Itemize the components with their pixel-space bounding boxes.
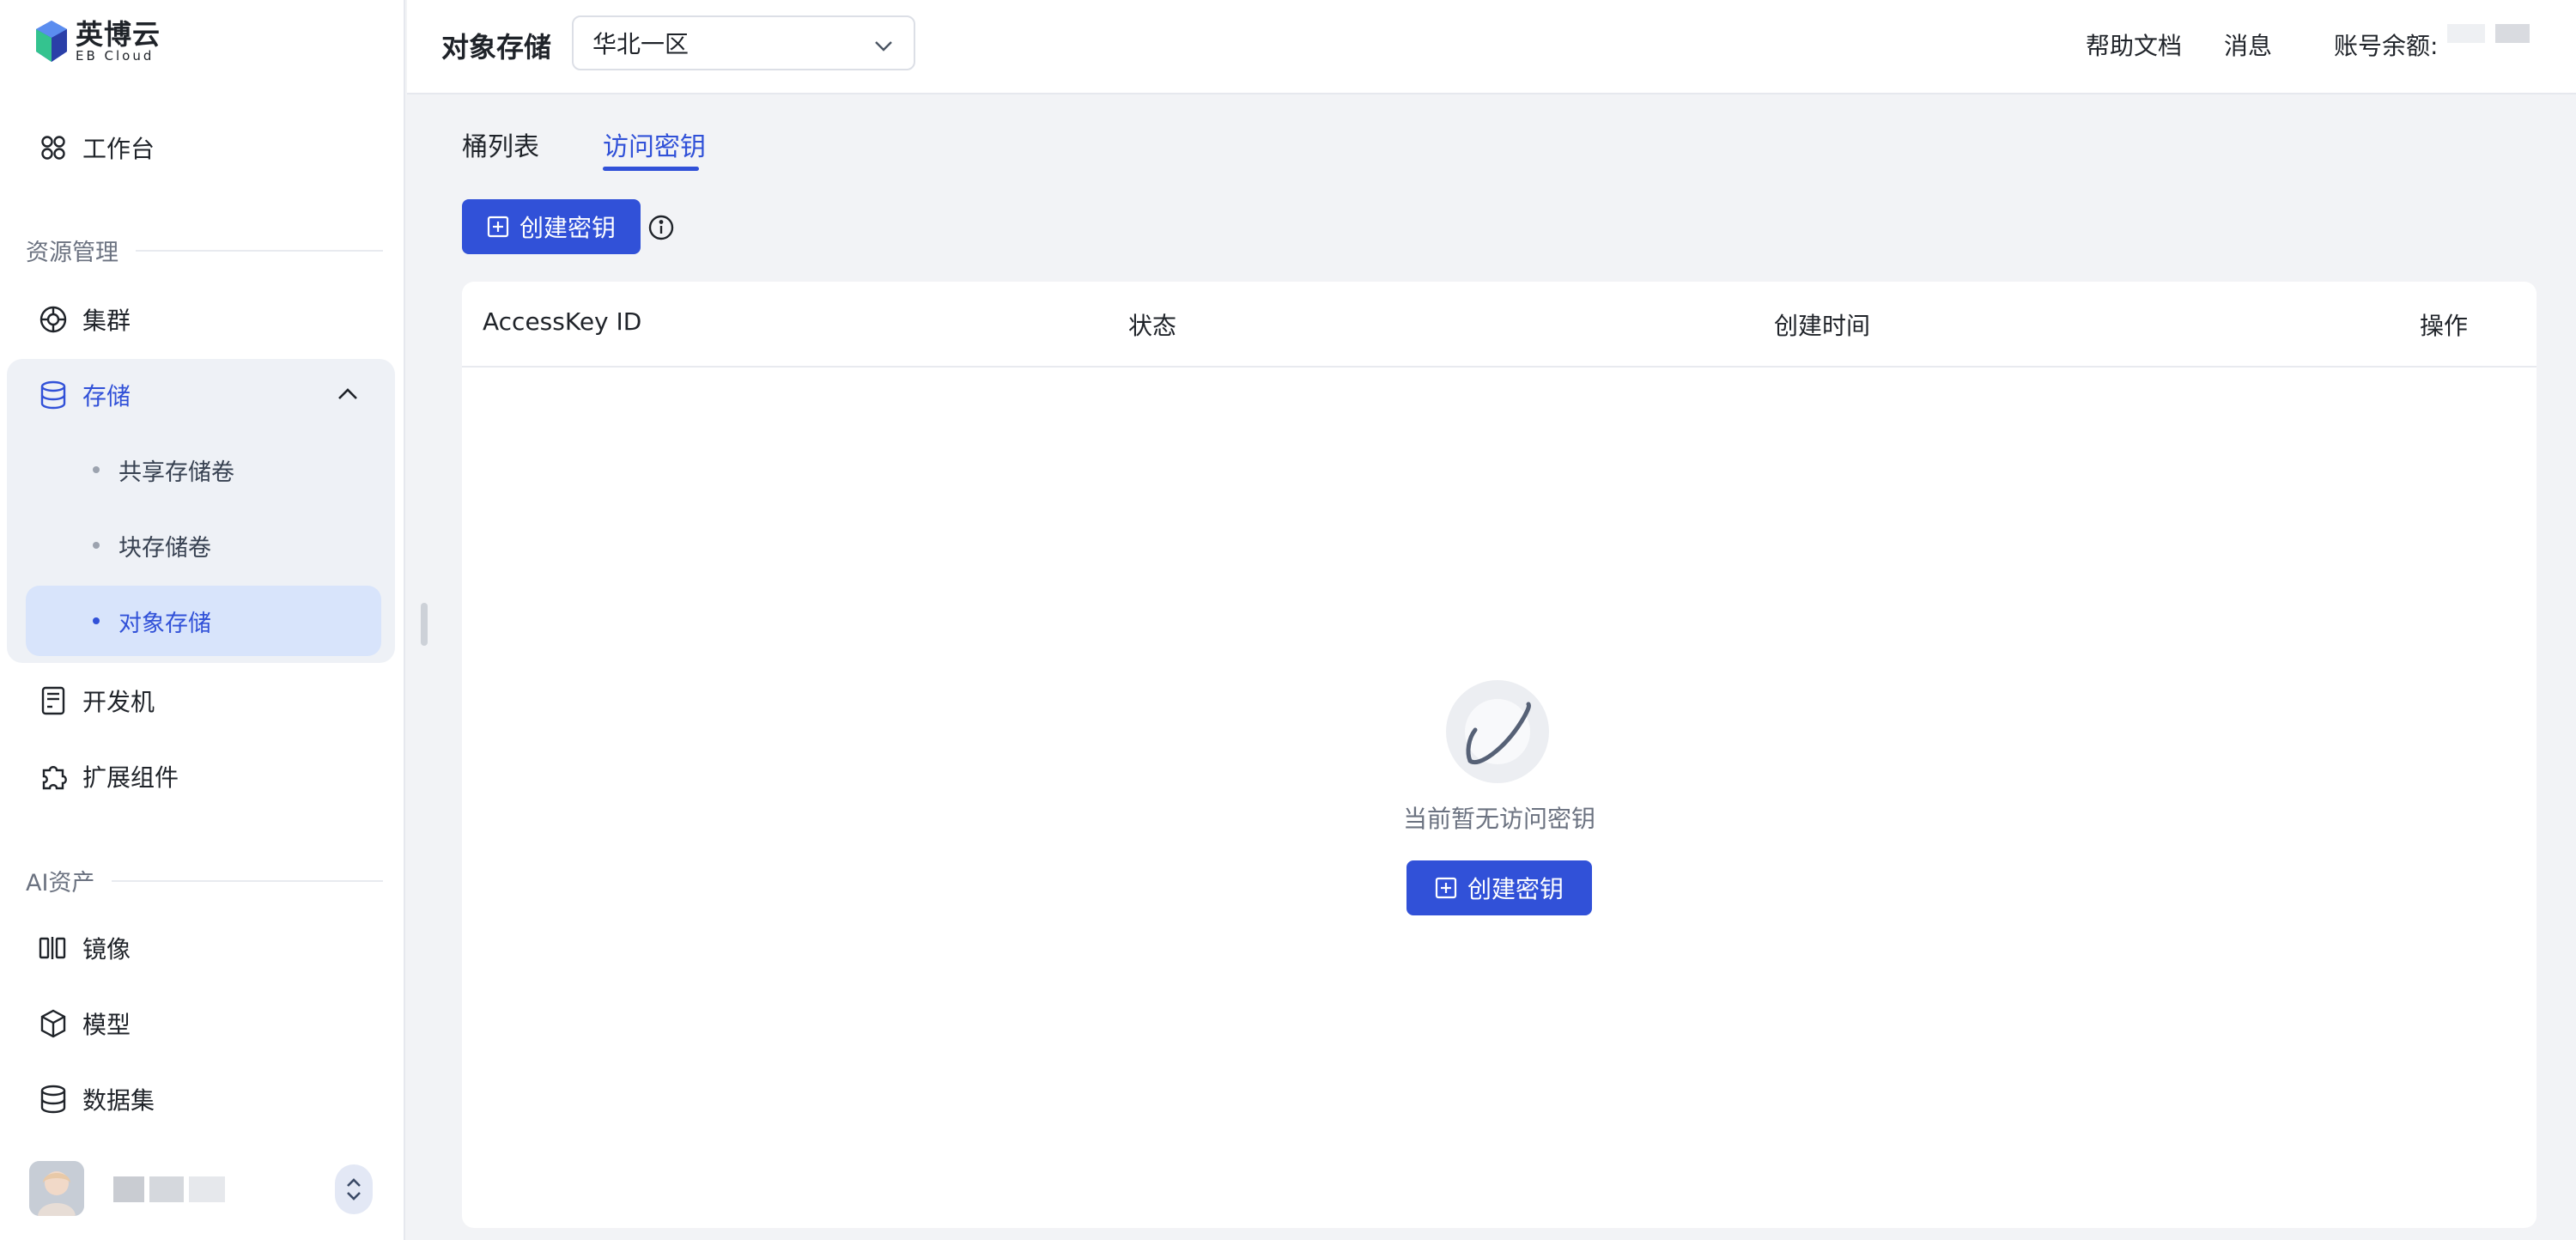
sidebar-item-dataset[interactable]: 数据集 (26, 1073, 378, 1125)
sidebar-item-label: 镜像 (82, 935, 131, 963)
plus-square-icon (1435, 877, 1457, 899)
user-name-masked (113, 1176, 144, 1202)
column-header-status: 状态 (1128, 312, 1177, 340)
empty-create-key-button[interactable]: 创建密钥 (1406, 860, 1592, 915)
sidebar-resize-handle[interactable] (421, 603, 428, 646)
create-key-button[interactable]: 创建密钥 (462, 199, 641, 254)
sidebar-item-label: 开发机 (82, 688, 155, 716)
section-title-ai-assets: AI资产 (26, 864, 383, 897)
dataset-icon (36, 1082, 70, 1116)
column-header-accesskey-id: AccessKey ID (483, 307, 642, 336)
brand-name-en: EB Cloud (76, 47, 155, 64)
brand-name: 英博云 (76, 17, 161, 51)
sidebar-subitem-label: 对象存储 (118, 610, 211, 637)
sidebar-item-label: 扩展组件 (82, 763, 179, 792)
column-header-actions: 操作 (2420, 312, 2469, 340)
tab-access-keys[interactable]: 访问密钥 (603, 125, 706, 163)
bullet-icon (93, 466, 100, 473)
cube-icon (36, 1006, 70, 1041)
sidebar-item-image[interactable]: 镜像 (26, 922, 378, 974)
sidebar: 英博云 EB Cloud 工作台 资源管理 集群 存储 共享存储卷 块存储卷 对… (0, 0, 405, 1240)
sidebar-item-label: 数据集 (82, 1086, 155, 1115)
user-name-masked (189, 1176, 225, 1202)
puzzle-icon (36, 759, 70, 793)
user-name-masked (149, 1176, 184, 1202)
bullet-icon (93, 617, 100, 624)
sidebar-item-model[interactable]: 模型 (26, 998, 378, 1049)
sidebar-item-label: 模型 (82, 1011, 131, 1039)
region-select[interactable]: 华北一区 (572, 15, 915, 70)
chevron-down-icon (875, 41, 892, 52)
empty-create-key-label: 创建密钥 (1467, 875, 1564, 903)
sidebar-subitem-shared-volume[interactable]: 共享存储卷 (26, 435, 381, 505)
sidebar-item-extensions[interactable]: 扩展组件 (26, 751, 378, 802)
access-key-table: AccessKey ID 状态 创建时间 操作 当前暂无访问密钥 创建密钥 (462, 282, 2537, 1228)
sidebar-group-storage: 存储 共享存储卷 块存储卷 对象存储 (7, 359, 395, 663)
sidebar-subitem-object-storage[interactable]: 对象存储 (26, 586, 381, 656)
top-header: 对象存储 华北一区 帮助文档 消息 账号余额: (407, 0, 2576, 94)
cluster-icon (36, 302, 70, 337)
sidebar-item-devmachine[interactable]: 开发机 (26, 675, 378, 726)
section-label: AI资产 (26, 870, 95, 897)
messages-link[interactable]: 消息 (2224, 27, 2272, 62)
bullet-icon (93, 542, 100, 549)
avatar[interactable] (29, 1161, 84, 1216)
sidebar-item-workbench[interactable]: 工作台 (26, 122, 378, 173)
logo-icon (36, 21, 67, 62)
workbench-icon (36, 131, 70, 165)
sidebar-item-label: 存储 (82, 382, 131, 410)
chevron-up-icon[interactable] (335, 381, 361, 407)
chevron-up-down-icon (347, 1178, 361, 1200)
help-docs-link[interactable]: 帮助文档 (2086, 27, 2182, 62)
database-icon (36, 378, 70, 412)
brand-logo[interactable]: 英博云 EB Cloud (34, 19, 161, 64)
sidebar-subitem-label: 共享存储卷 (118, 459, 234, 486)
user-menu[interactable] (29, 1161, 373, 1218)
sidebar-subitem-label: 块存储卷 (118, 534, 211, 562)
column-header-created-time: 创建时间 (1774, 312, 1871, 340)
balance-value-masked (2495, 24, 2530, 43)
sidebar-subitem-block-volume[interactable]: 块存储卷 (26, 510, 381, 580)
table-header-divider (462, 366, 2537, 368)
tab-bucket-list[interactable]: 桶列表 (462, 125, 539, 163)
sidebar-item-storage[interactable]: 存储 (26, 359, 378, 431)
sidebar-item-cluster[interactable]: 集群 (26, 294, 378, 345)
page-title: 对象存储 (441, 31, 552, 64)
section-divider (112, 879, 383, 882)
devmachine-icon (36, 684, 70, 718)
plus-square-icon (487, 216, 509, 238)
region-select-value: 华北一区 (592, 30, 690, 58)
active-tab-indicator (603, 167, 699, 171)
section-title-resources: 资源管理 (26, 234, 383, 267)
sidebar-item-label: 集群 (82, 307, 131, 335)
empty-planet-icon (1446, 680, 1549, 783)
create-key-label: 创建密钥 (519, 214, 616, 242)
image-icon (36, 931, 70, 965)
app-root: 英博云 EB Cloud 工作台 资源管理 集群 存储 共享存储卷 块存储卷 对… (0, 0, 2576, 1240)
balance-label: 账号余额: (2334, 32, 2439, 60)
balance-value-masked (2447, 24, 2485, 43)
account-switch-button[interactable] (335, 1164, 373, 1214)
section-divider (136, 249, 383, 252)
section-label: 资源管理 (26, 240, 118, 266)
empty-state-message: 当前暂无访问密钥 (1402, 805, 1595, 833)
sidebar-item-label: 工作台 (82, 135, 155, 163)
info-icon[interactable] (647, 214, 675, 241)
